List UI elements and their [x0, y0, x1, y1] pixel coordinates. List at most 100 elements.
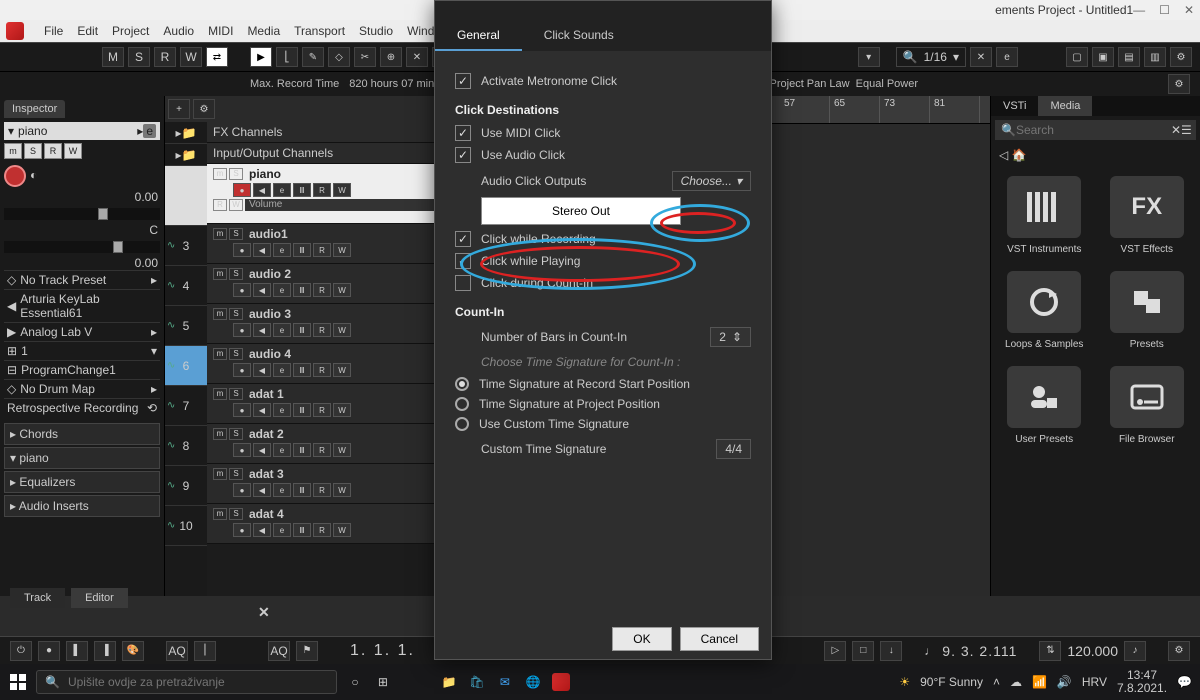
flag-icon[interactable]: ⚑	[296, 641, 318, 661]
rec-icon[interactable]: ●	[233, 483, 251, 497]
search-input[interactable]	[1016, 123, 1171, 137]
volume-knob-icon[interactable]: ◐	[30, 168, 37, 182]
ts-project-radio[interactable]	[455, 397, 469, 411]
cancel-button[interactable]: Cancel	[680, 627, 759, 651]
write-icon[interactable]: W	[333, 483, 351, 497]
read-icon[interactable]: R	[313, 443, 331, 457]
read-button[interactable]: R	[154, 47, 176, 67]
stereo-out-option[interactable]: Stereo Out	[481, 197, 681, 225]
rec-icon[interactable]: ●	[233, 403, 251, 417]
menu-audio[interactable]: Audio	[163, 24, 194, 38]
menu-midi[interactable]: MIDI	[208, 24, 233, 38]
transport-b-icon[interactable]: ▐	[94, 641, 116, 661]
preset-label[interactable]: No Track Preset	[16, 273, 151, 287]
click-playing-checkbox[interactable]	[455, 253, 471, 269]
media-file-browser[interactable]: File Browser	[1104, 366, 1191, 445]
edit-icon[interactable]: e	[143, 124, 156, 138]
tab-editor[interactable]: Editor	[71, 588, 128, 608]
read-icon[interactable]: R	[313, 243, 331, 257]
write-icon[interactable]: W	[333, 283, 351, 297]
taskbar-search[interactable]: 🔍	[36, 670, 337, 694]
read-icon[interactable]: R	[313, 403, 331, 417]
write-icon[interactable]: W	[333, 363, 351, 377]
edit-icon[interactable]: e	[273, 483, 291, 497]
midi-click-checkbox[interactable]	[455, 125, 471, 141]
maximize-icon[interactable]: ☐	[1159, 3, 1170, 17]
track-row[interactable]: mSadat 4●◀eⅢRW	[207, 504, 462, 544]
chevron-right-icon[interactable]: ▸	[10, 499, 19, 513]
track-row[interactable]: mSaudio 4●◀eⅢRW	[207, 344, 462, 384]
tab-track[interactable]: Track	[10, 588, 65, 608]
activate-checkbox[interactable]	[455, 73, 471, 89]
draw-tool[interactable]: ✎	[302, 47, 324, 67]
chevron-down-icon[interactable]: ▾	[10, 451, 19, 465]
taskbar-search-input[interactable]	[68, 675, 328, 689]
editor-close-icon[interactable]: ✕	[258, 604, 270, 621]
edit-icon[interactable]: e	[273, 183, 291, 197]
settings-gear-icon[interactable]: ⚙	[1170, 47, 1192, 67]
edit-icon[interactable]: e	[273, 403, 291, 417]
track-row[interactable]: mSaudio 3●◀eⅢRW	[207, 304, 462, 344]
tab-vsti[interactable]: VSTi	[991, 96, 1038, 116]
toolbar-e-icon[interactable]: e	[996, 47, 1018, 67]
menu-media[interactable]: Media	[247, 24, 280, 38]
tab-general[interactable]: General	[435, 21, 522, 51]
rec-icon[interactable]: ●	[233, 243, 251, 257]
color-palette-icon[interactable]: 🎨	[122, 641, 144, 661]
edit-icon[interactable]: e	[273, 443, 291, 457]
toolbar-x-icon[interactable]: ✕	[970, 47, 992, 67]
menu-studio[interactable]: Studio	[359, 24, 393, 38]
sec-chords[interactable]: Chords	[19, 427, 58, 441]
input-label[interactable]: Arturia KeyLab Essential61	[16, 292, 157, 320]
range-tool[interactable]: ⎣	[276, 47, 298, 67]
media-presets[interactable]: Presets	[1104, 271, 1191, 350]
monitor-icon[interactable]: ◀	[253, 363, 271, 377]
fader-b[interactable]	[4, 241, 160, 253]
menu-file[interactable]: File	[44, 24, 63, 38]
sec-piano[interactable]: piano	[19, 451, 48, 465]
media-search[interactable]: 🔍 ✕ ☰	[995, 120, 1196, 140]
track-row[interactable]: mSaudio1●◀eⅢRW	[207, 224, 462, 264]
glue-tool[interactable]: ⊕	[380, 47, 402, 67]
position-display[interactable]: 1. 1. 1.	[350, 642, 415, 660]
store-icon[interactable]: 🛍	[467, 672, 487, 692]
bars-spinner[interactable]: 2⇕	[710, 327, 751, 347]
back-icon[interactable]: ◁	[999, 148, 1008, 162]
rec-icon[interactable]: ●	[233, 523, 251, 537]
layout-b-icon[interactable]: ▣	[1092, 47, 1114, 67]
minimize-icon[interactable]: —	[1133, 3, 1145, 17]
write-icon[interactable]: W	[333, 243, 351, 257]
tempo-track-icon[interactable]: ⇅	[1039, 641, 1061, 661]
rec-icon[interactable]: ●	[233, 363, 251, 377]
chevron-right-icon[interactable]: ▸	[10, 427, 19, 441]
monitor-icon[interactable]: ◀	[253, 523, 271, 537]
chevron-right-icon[interactable]: ▸	[151, 273, 157, 287]
track-row[interactable]: mSadat 1●◀eⅢRW	[207, 384, 462, 424]
tab-media[interactable]: Media	[1038, 96, 1092, 116]
drummap-label[interactable]: No Drum Map	[16, 382, 151, 396]
write-icon[interactable]: W	[333, 523, 351, 537]
transport-a-icon[interactable]: ▌	[66, 641, 88, 661]
wifi-icon[interactable]: 📶	[1032, 675, 1047, 689]
read-icon[interactable]: R	[313, 323, 331, 337]
explorer-icon[interactable]: 📁	[439, 672, 459, 692]
split-tool[interactable]: ✂	[354, 47, 376, 67]
windows-start-icon[interactable]	[8, 672, 28, 692]
inspector-tab[interactable]: Inspector	[4, 100, 65, 118]
cubase-taskbar-icon[interactable]	[551, 672, 571, 692]
language-indicator[interactable]: HRV	[1082, 675, 1107, 689]
layout-d-icon[interactable]: ▥	[1144, 47, 1166, 67]
click-countin-checkbox[interactable]	[455, 275, 471, 291]
inspector-track-name[interactable]: piano	[14, 124, 137, 138]
lanes-icon[interactable]: Ⅲ	[293, 523, 311, 537]
insp-w-button[interactable]: W	[64, 143, 82, 159]
aq-button[interactable]: AQ	[166, 641, 188, 661]
write-button[interactable]: W	[180, 47, 202, 67]
track-row[interactable]: mSadat 3●◀eⅢRW	[207, 464, 462, 504]
weather-text[interactable]: 90°F Sunny	[920, 675, 983, 689]
tab-click-sounds[interactable]: Click Sounds	[522, 21, 636, 51]
lanes-icon[interactable]: Ⅲ	[293, 283, 311, 297]
folder-icon[interactable]: ▸📁	[176, 148, 197, 162]
tray-chevron-icon[interactable]: ˄	[993, 675, 1000, 689]
cycle-button[interactable]: ↓	[880, 641, 902, 661]
